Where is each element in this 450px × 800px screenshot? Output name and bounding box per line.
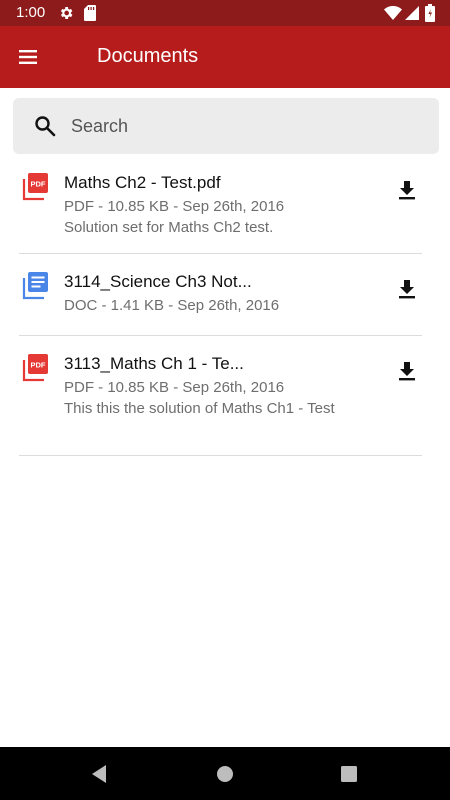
system-nav-bar (0, 747, 450, 800)
download-icon[interactable] (396, 179, 418, 201)
search-bar[interactable] (13, 98, 439, 154)
document-title: 3113_Maths Ch 1 - Te... (64, 354, 244, 373)
document-description: Solution set for Maths Ch2 test. (64, 219, 274, 236)
list-item[interactable]: 3114_Science Ch3 Not... DOC - 1.41 KB - … (19, 254, 422, 336)
back-icon[interactable] (90, 764, 108, 784)
document-meta: DOC - 1.41 KB - Sep 26th, 2016 (64, 297, 280, 314)
document-list: PDF Maths Ch2 - Test.pdf PDF - 10.85 KB … (0, 155, 450, 456)
wifi-icon (384, 6, 402, 20)
status-bar: 1:00 (0, 0, 450, 26)
gear-icon (60, 7, 73, 19)
sd-card-icon (84, 5, 96, 21)
pdf-icon: PDF (22, 173, 48, 201)
document-title: Maths Ch2 - Test.pdf (64, 173, 221, 192)
list-item[interactable]: PDF Maths Ch2 - Test.pdf PDF - 10.85 KB … (19, 155, 422, 254)
download-icon[interactable] (396, 360, 418, 382)
document-description: This this the solution of Maths Ch1 - Te… (64, 400, 335, 417)
battery-icon (425, 4, 435, 22)
download-icon[interactable] (396, 278, 418, 300)
app-bar: Documents (0, 26, 450, 88)
signal-icon (405, 6, 419, 20)
search-input[interactable] (71, 106, 421, 146)
page-title: Documents (97, 45, 199, 67)
pdf-icon-label: PDF (31, 180, 46, 189)
doc-icon (22, 272, 48, 300)
list-item[interactable]: PDF 3113_Maths Ch 1 - Te... PDF - 10.85 … (19, 336, 422, 456)
pdf-icon: PDF (22, 354, 48, 382)
document-meta: PDF - 10.85 KB - Sep 26th, 2016 (64, 198, 285, 215)
document-text: 3114_Science Ch3 Not... DOC - 1.41 KB - … (64, 271, 354, 316)
document-meta: PDF - 10.85 KB - Sep 26th, 2016 (64, 379, 285, 396)
document-text: 3113_Maths Ch 1 - Te... PDF - 10.85 KB -… (64, 353, 354, 419)
document-title: 3114_Science Ch3 Not... (64, 272, 252, 291)
pdf-icon-label: PDF (31, 361, 46, 370)
document-text: Maths Ch2 - Test.pdf PDF - 10.85 KB - Se… (64, 172, 354, 238)
recents-icon[interactable] (341, 766, 357, 782)
menu-icon[interactable] (14, 43, 42, 71)
status-time: 1:00 (16, 4, 46, 21)
home-icon[interactable] (216, 765, 234, 783)
search-icon (35, 116, 56, 137)
